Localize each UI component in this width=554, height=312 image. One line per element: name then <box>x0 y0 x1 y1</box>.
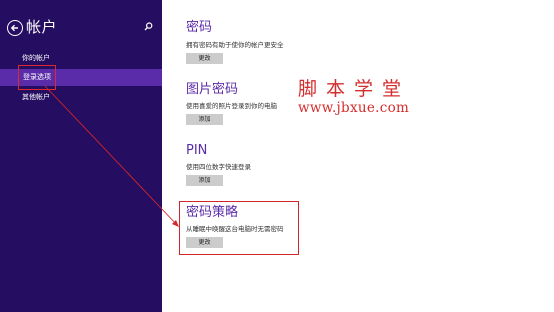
watermark-name: 脚本学堂 <box>298 78 411 100</box>
sidebar-item-label: 登录选项 <box>18 65 56 90</box>
sidebar-item-your-account[interactable]: 你的帐户 <box>0 50 162 67</box>
pin-section-desc: 使用四位数字快速登录 <box>186 163 251 171</box>
add-pin-button[interactable]: 添加 <box>186 175 223 186</box>
password-section-title: 密码 <box>186 20 213 35</box>
sidebar: 帐户 你的帐户 登录选项 其他帐户 <box>0 0 162 312</box>
sidebar-item-label: 你的帐户 <box>22 54 50 62</box>
annotation-highlight-box <box>179 201 299 255</box>
add-picture-password-button[interactable]: 添加 <box>186 114 223 125</box>
sidebar-item-sign-in-options[interactable]: 登录选项 <box>0 65 162 90</box>
picture-password-section-desc: 使用喜爱的照片登录到你的电脑 <box>186 102 277 110</box>
pin-section-title: PIN <box>186 143 208 158</box>
change-password-button[interactable]: 更改 <box>186 53 223 64</box>
sidebar-title: 帐户 <box>26 18 58 36</box>
search-icon[interactable] <box>144 22 153 31</box>
sidebar-item-label: 其他帐户 <box>22 93 50 101</box>
picture-password-section-title: 图片密码 <box>186 82 239 97</box>
settings-content: 密码 拥有密码有助于使你的帐户更安全 更改 图片密码 使用喜爱的照片登录到你的电… <box>162 0 554 312</box>
password-section-desc: 拥有密码有助于使你的帐户更安全 <box>186 41 284 49</box>
watermark-url: www.jbxue.com <box>298 100 410 116</box>
watermark: 脚本学堂 www.jbxue.com <box>298 78 410 116</box>
sidebar-item-other-accounts[interactable]: 其他帐户 <box>0 89 162 106</box>
back-arrow-icon[interactable] <box>7 20 23 36</box>
